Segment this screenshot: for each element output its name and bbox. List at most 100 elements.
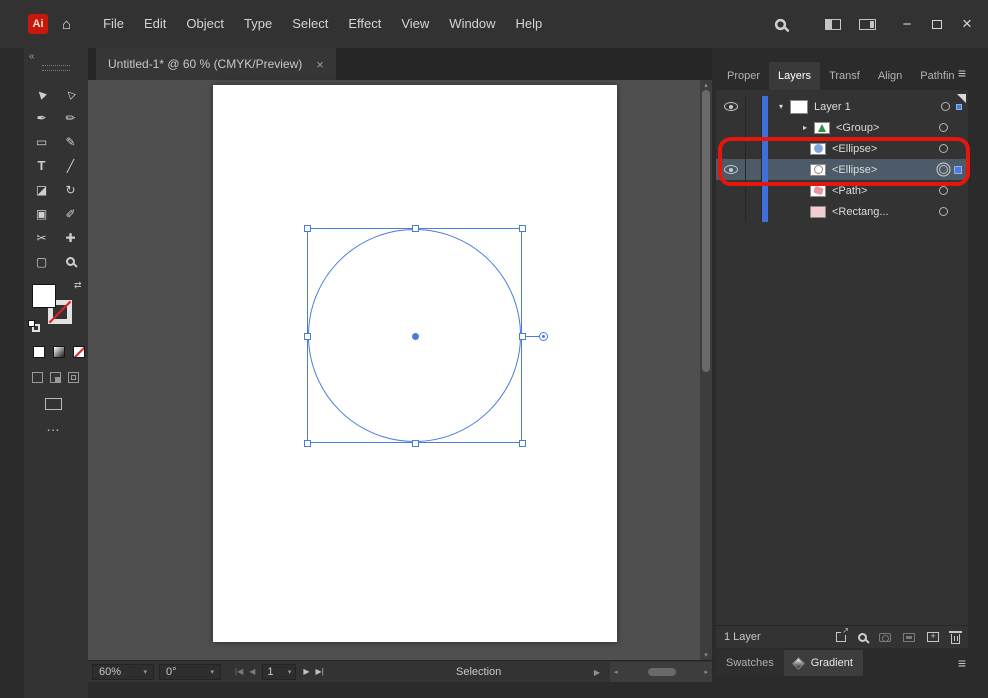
horizontal-scrollbar[interactable]: ◂ ▸ (610, 662, 712, 682)
lock-cell[interactable] (746, 201, 762, 222)
layer-thumbnail[interactable] (810, 164, 826, 176)
visibility-cell[interactable] (716, 138, 746, 159)
line-segment-tool[interactable]: ╱ (56, 154, 85, 177)
type-tool[interactable]: T (27, 154, 56, 177)
gradient-button[interactable] (53, 346, 65, 358)
selection-handle-e[interactable] (519, 333, 526, 340)
draw-behind-icon[interactable] (50, 372, 61, 383)
target-circle[interactable] (941, 102, 950, 111)
lock-cell[interactable] (746, 159, 762, 180)
scroll-right-icon[interactable]: ▸ (704, 668, 708, 676)
delete-selection-icon[interactable] (951, 634, 960, 644)
menu-select[interactable]: Select (282, 0, 338, 48)
horizontal-scrollbar-thumb[interactable] (648, 668, 676, 676)
visibility-cell[interactable] (716, 201, 746, 222)
layer-thumbnail[interactable] (810, 143, 826, 155)
layer-row-path[interactable]: <Path> (716, 180, 968, 201)
lock-cell[interactable] (746, 138, 762, 159)
menu-type[interactable]: Type (234, 0, 282, 48)
eyedropper-tool[interactable]: ✐ (56, 202, 85, 225)
draw-inside-icon[interactable] (68, 372, 79, 383)
eraser-tool[interactable]: ◪ (27, 178, 56, 201)
target-circle[interactable] (939, 123, 948, 132)
edit-toolbar-ellipsis[interactable]: … (46, 418, 61, 434)
menu-effect[interactable]: Effect (338, 0, 391, 48)
locate-object-icon[interactable] (858, 633, 867, 642)
direct-selection-tool[interactable]: ▷ (56, 82, 85, 105)
center-point[interactable] (412, 333, 419, 340)
document-tab[interactable]: Untitled-1* @ 60 % (CMYK/Preview) × (96, 48, 336, 80)
selection-handle-n[interactable] (412, 225, 419, 232)
expand-chevron-icon[interactable]: ▸ (798, 123, 812, 132)
layer-label[interactable]: <Rectang... (832, 206, 889, 218)
layer-row-group[interactable]: ▸ <Group> (716, 117, 968, 138)
tab-swatches[interactable]: Swatches (716, 650, 784, 676)
free-transform-tool[interactable]: ✚ (56, 226, 85, 249)
expand-chevron-icon[interactable]: ▾ (774, 102, 788, 111)
pie-widget-handle[interactable] (539, 332, 548, 341)
visibility-cell[interactable] (716, 180, 746, 201)
lock-cell[interactable] (746, 96, 762, 117)
tab-close-icon[interactable]: × (316, 57, 324, 72)
first-artboard-button[interactable]: |◀ (235, 667, 243, 676)
close-button[interactable]: × (952, 0, 982, 48)
target-circle[interactable] (939, 144, 948, 153)
layer-label[interactable]: <Ellipse> (832, 143, 877, 155)
selection-handle-sw[interactable] (304, 440, 311, 447)
screen-mode-icon[interactable] (45, 398, 62, 410)
lock-cell[interactable] (746, 117, 762, 138)
app-logo-icon[interactable]: Ai (28, 14, 48, 34)
scroll-down-icon[interactable]: ▾ (700, 651, 712, 659)
menu-file[interactable]: File (93, 0, 134, 48)
zoom-tool[interactable] (56, 250, 85, 273)
selection-handle-nw[interactable] (304, 225, 311, 232)
tab-pathfinder[interactable]: Pathfin (911, 62, 963, 90)
tab-gradient[interactable]: Gradient (784, 650, 863, 676)
panel-menu-icon[interactable]: ≡ (958, 66, 966, 80)
shaper-tool[interactable]: ▣ (27, 202, 56, 225)
pen-tool[interactable]: ✒ (27, 106, 56, 129)
tab-properties[interactable]: Proper (718, 62, 769, 90)
collect-for-export-icon[interactable] (836, 632, 846, 642)
menu-window[interactable]: Window (439, 0, 505, 48)
scissors-tool[interactable]: ✂ (27, 226, 56, 249)
canvas[interactable]: ▴ ▾ (88, 80, 712, 660)
maximize-button[interactable] (922, 0, 952, 48)
selection-tool[interactable]: ▶ (27, 82, 56, 105)
search-icon[interactable] (775, 18, 786, 29)
tab-layers[interactable]: Layers (769, 62, 820, 90)
last-artboard-button[interactable]: ▶| (316, 667, 324, 676)
layer-row-layer1[interactable]: ▾ Layer 1 (716, 96, 968, 117)
layer-row-ellipse1[interactable]: <Ellipse> (716, 138, 968, 159)
selection-handle-s[interactable] (412, 440, 419, 447)
layer-thumbnail[interactable] (810, 206, 826, 218)
tab-align[interactable]: Align (869, 62, 911, 90)
vertical-scrollbar[interactable]: ▴ ▾ (700, 80, 712, 660)
home-icon[interactable]: ⌂ (62, 16, 71, 33)
layer-thumbnail[interactable] (810, 185, 826, 197)
panel-drag-grip[interactable] (42, 65, 70, 71)
rectangle-tool[interactable]: ▭ (27, 130, 56, 153)
scroll-left-icon[interactable]: ◂ (614, 668, 618, 676)
vertical-scrollbar-thumb[interactable] (702, 90, 710, 372)
layer-label[interactable]: <Ellipse> (832, 164, 877, 176)
bottom-panel-menu-icon[interactable]: ≡ (958, 656, 966, 670)
workspace-switcher-icon[interactable] (859, 19, 876, 30)
layer-thumbnail[interactable] (814, 122, 830, 134)
selection-handle-se[interactable] (519, 440, 526, 447)
curvature-tool[interactable]: ✏ (56, 106, 85, 129)
menu-edit[interactable]: Edit (134, 0, 176, 48)
visibility-cell[interactable] (716, 117, 746, 138)
layer-label[interactable]: <Path> (832, 185, 867, 197)
none-button[interactable] (73, 346, 85, 358)
artboard-tool[interactable]: ▢ (27, 250, 56, 273)
selection-handle-ne[interactable] (519, 225, 526, 232)
collapse-panel-icon[interactable]: « (29, 51, 35, 62)
next-artboard-button[interactable]: ▶ (303, 667, 309, 676)
zoom-select[interactable]: 60% ▾ (92, 664, 154, 680)
new-layer-icon[interactable] (927, 632, 939, 642)
arrange-documents-icon[interactable] (825, 19, 841, 30)
layer-row-ellipse2-selected[interactable]: <Ellipse> (716, 159, 968, 180)
default-fill-icon[interactable] (28, 320, 35, 327)
target-circle[interactable] (939, 207, 948, 216)
